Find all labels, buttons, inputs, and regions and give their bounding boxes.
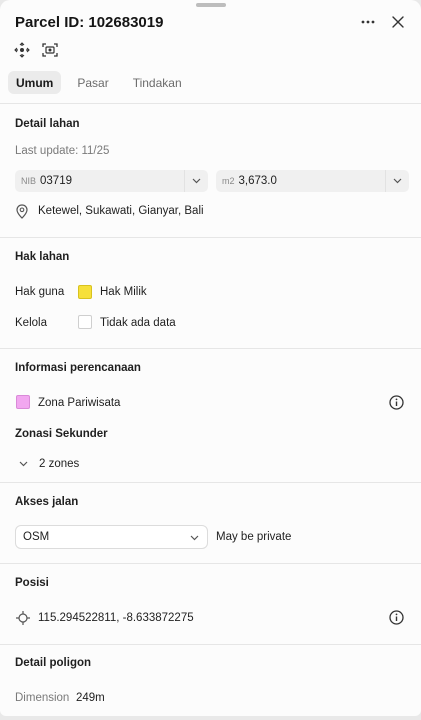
tab-umum[interactable]: Umum <box>8 71 62 94</box>
kelola-label: Kelola <box>15 317 47 329</box>
close-button[interactable] <box>387 11 409 33</box>
secondary-zones-text: 2 zones <box>39 458 80 470</box>
area-prefix: m2 <box>222 176 235 186</box>
locate-icon <box>14 42 30 58</box>
road-source-value: OSM <box>23 531 50 543</box>
divider <box>0 563 421 564</box>
info-icon <box>389 395 404 410</box>
screenshot-button[interactable] <box>41 41 59 59</box>
map-tools <box>13 41 59 59</box>
section-title-hak-lahan: Hak lahan <box>15 251 70 263</box>
tab-pasar[interactable]: Pasar <box>69 71 116 94</box>
hak-milik-swatch <box>78 285 92 299</box>
divider <box>0 237 421 238</box>
crosshair-icon <box>16 611 30 625</box>
close-icon <box>392 16 404 28</box>
last-update-text: Last update: 11/25 <box>15 145 110 157</box>
scan-image-icon <box>42 43 58 57</box>
hak-guna-value: Hak Milik <box>100 286 147 298</box>
kelola-swatch <box>78 315 92 329</box>
area-dropdown-button[interactable] <box>385 170 409 192</box>
location-text: Ketewel, Sukawati, Gianyar, Bali <box>38 205 204 217</box>
zone-text: Zona Pariwisata <box>38 397 121 409</box>
nib-prefix: NIB <box>21 176 37 186</box>
chevron-down-icon <box>192 178 201 184</box>
info-icon <box>389 610 404 625</box>
location-pin-icon <box>16 204 28 219</box>
zone-swatch <box>16 395 30 409</box>
section-title-detail-lahan: Detail lahan <box>15 118 80 130</box>
tab-bar: Umum Pasar Tindakan <box>8 71 190 94</box>
drag-handle[interactable] <box>196 3 226 7</box>
section-title-perencanaan: Informasi perencanaan <box>15 362 141 374</box>
position-info-button[interactable] <box>389 610 404 630</box>
nib-select[interactable]: NIB 03719 <box>15 170 208 192</box>
zone-info-button[interactable] <box>389 395 404 415</box>
road-source-select[interactable]: OSM <box>15 525 208 549</box>
nib-dropdown-button[interactable] <box>184 170 208 192</box>
more-dots-icon <box>361 20 375 24</box>
divider <box>0 482 421 483</box>
section-title-detail-poligon: Detail poligon <box>15 657 92 669</box>
chevron-down-icon <box>393 178 402 184</box>
secondary-zones-toggle[interactable]: 2 zones <box>15 455 79 473</box>
divider <box>0 103 421 104</box>
hak-guna-label: Hak guna <box>15 286 65 298</box>
coordinates-text: 115.294522811, -8.633872275 <box>38 612 194 624</box>
kelola-value: Tidak ada data <box>100 317 176 329</box>
area-select[interactable]: m2 3,673.0 <box>216 170 409 192</box>
section-title-posisi: Posisi <box>15 577 49 589</box>
dimension-value: 249m <box>76 692 105 704</box>
divider <box>0 644 421 645</box>
page-title: Parcel ID: 102683019 <box>15 13 164 31</box>
tab-tindakan[interactable]: Tindakan <box>125 71 190 94</box>
area-value: 3,673.0 <box>238 175 277 187</box>
more-button[interactable] <box>357 11 379 33</box>
road-access-note: May be private <box>216 531 292 543</box>
panel-header: Parcel ID: 102683019 <box>15 11 409 33</box>
parcel-panel: Parcel ID: 102683019 Umum Pasar Tindakan… <box>0 0 421 716</box>
dimension-label: Dimension <box>15 692 70 704</box>
locate-button[interactable] <box>13 41 31 59</box>
chevron-down-icon <box>19 461 28 467</box>
section-title-zonasi-sekunder: Zonasi Sekunder <box>15 428 108 440</box>
divider <box>0 348 421 349</box>
nib-value: 03719 <box>40 175 72 187</box>
section-title-akses-jalan: Akses jalan <box>15 496 79 508</box>
chevron-down-icon <box>190 535 199 541</box>
